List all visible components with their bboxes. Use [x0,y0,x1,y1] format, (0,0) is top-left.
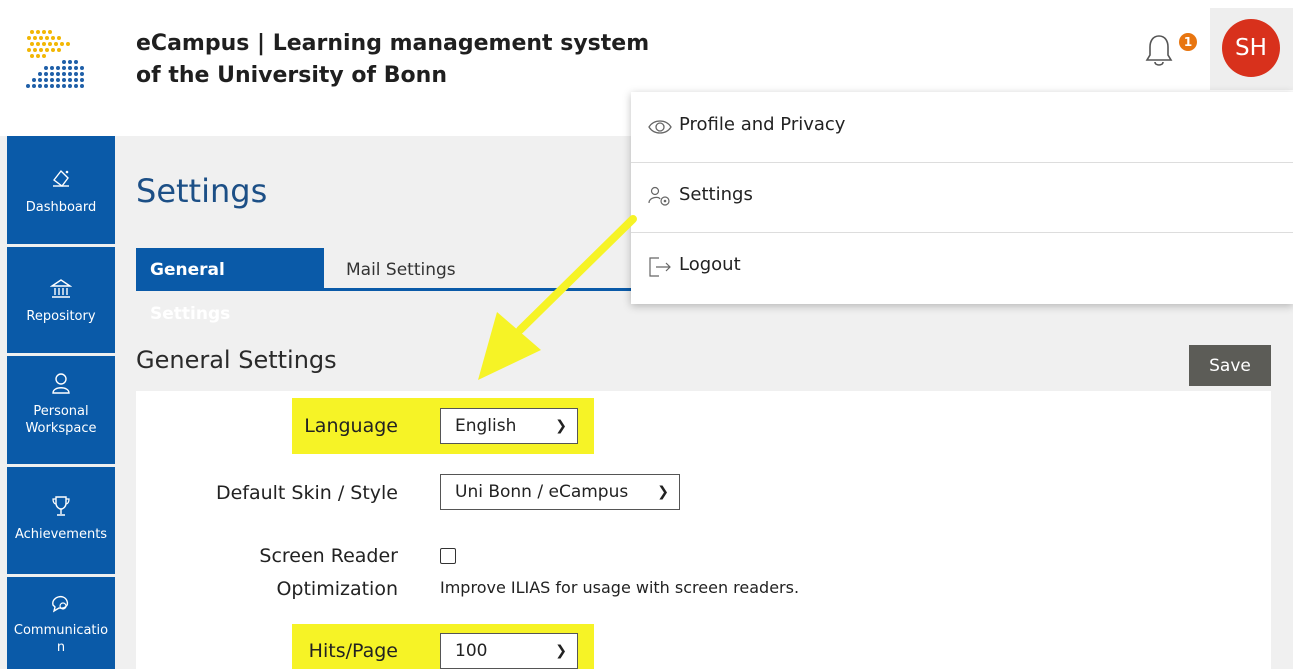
dashboard-icon [53,169,69,187]
screen-reader-label-line-2: Optimization [276,578,398,600]
brand-line-1: eCampus | Learning management system [136,31,650,56]
repository-icon [50,279,72,298]
sidebar-item-label-line-2: Workspace [25,421,97,436]
menu-item-logout[interactable]: Logout [631,232,1293,302]
menu-item-label: Profile and Privacy [679,114,846,135]
hits-select-value: 100 [455,641,488,661]
tab-general-settings[interactable]: General Settings [136,248,324,324]
chevron-down-icon: ❯ [657,484,669,500]
sidebar-item-personal-workspace[interactable]: Personal Workspace [7,356,115,464]
sidebar-item-label: Dashboard [25,200,97,215]
language-select[interactable]: English ❯ [440,408,578,444]
main-sidebar: Dashboard Repository Personal Workspace … [0,136,115,669]
menu-item-profile-privacy[interactable]: Profile and Privacy [631,92,1293,163]
sidebar-item-label: Repository [26,309,96,324]
chevron-down-icon: ❯ [555,418,567,434]
notification-bell-icon[interactable] [1144,33,1174,69]
sidebar-item-label-line-1: Personal [33,404,89,419]
sidebar-item-communication[interactable]: Communicatio n [7,577,115,669]
skin-label: Default Skin / Style [215,482,398,504]
tab-mail-settings[interactable]: Mail Settings [332,248,492,290]
trophy-icon [52,496,70,516]
logout-icon [649,257,671,277]
hits-per-page-select[interactable]: 100 ❯ [440,633,578,669]
chat-icon [52,595,69,613]
menu-item-label: Settings [679,184,753,205]
screen-reader-label-line-1: Screen Reader [259,545,398,567]
sidebar-item-repository[interactable]: Repository [7,247,115,353]
save-button[interactable]: Save [1189,345,1271,386]
skin-select-value: Uni Bonn / eCampus [455,482,629,502]
skin-select[interactable]: Uni Bonn / eCampus ❯ [440,474,680,510]
chevron-down-icon: ❯ [555,643,567,659]
university-logo-icon[interactable] [22,26,86,92]
site-brand[interactable]: eCampus | Learning management system of … [136,28,649,92]
menu-item-label: Logout [679,254,741,275]
sidebar-item-label-line-1: Communicatio [13,623,109,638]
brand-line-2: of the University of Bonn [136,63,447,88]
section-title: General Settings [136,346,337,374]
sidebar-item-label-line-2: n [56,640,66,655]
menu-item-settings[interactable]: Settings [631,162,1293,233]
language-select-value: English [455,416,517,436]
page-title: Settings [136,172,268,210]
sidebar-item-dashboard[interactable]: Dashboard [7,136,115,244]
notification-count-badge: 1 [1179,33,1197,51]
tab-underline [136,288,636,291]
user-dropdown-menu: Profile and Privacy Settings Logout [631,92,1293,304]
sidebar-item-label: Achievements [14,527,108,542]
user-avatar[interactable]: SH [1222,19,1280,77]
language-label: Language [304,415,398,437]
user-settings-icon [648,186,670,206]
hits-per-page-label: Hits/Page [308,640,398,662]
eye-icon [648,120,672,134]
screen-reader-checkbox[interactable] [440,548,456,564]
person-icon [52,373,70,394]
screen-reader-help-text: Improve ILIAS for usage with screen read… [440,578,800,597]
sidebar-item-achievements[interactable]: Achievements [7,467,115,574]
